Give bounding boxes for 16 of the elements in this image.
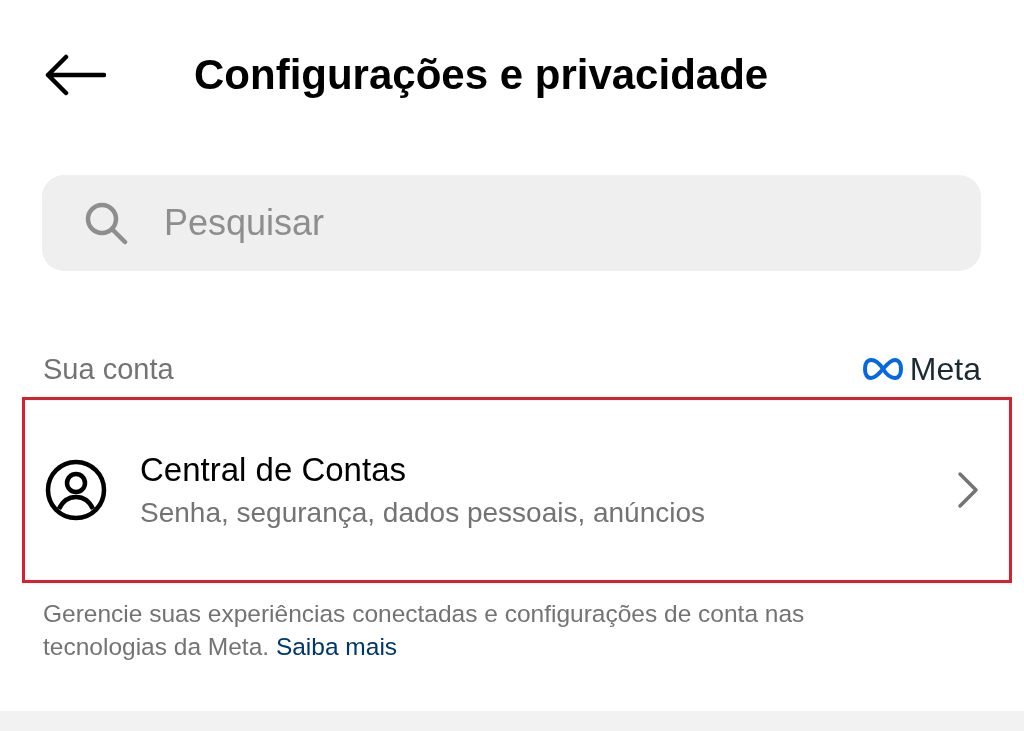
learn-more-link[interactable]: Saiba mais: [275, 633, 398, 660]
infinity-logo-icon: [861, 357, 904, 381]
item-title: Central de Contas: [140, 451, 407, 489]
settings-item[interactable]: Central de Contas Senha, segurança, dados pessoais, anúncios: [22, 397, 1012, 583]
search-bar[interactable]: Pesquisar: [42, 175, 981, 271]
back-button[interactable]: [44, 54, 106, 96]
section-title: Sua conta: [43, 352, 174, 386]
page-title: Configurações e privacidade: [194, 51, 769, 99]
search-icon: [84, 201, 128, 245]
item-subtitle: Senha, segurança, dados pessoais, anúncios: [140, 497, 707, 529]
person-icon: [45, 459, 107, 521]
back-arrow-icon: [44, 54, 106, 96]
footer-note: Gerencie suas experiências conectadas e configurações de conta nas tecnologias da Meta. Saiba mais: [43, 599, 806, 662]
search-field[interactable]: Pesquisar: [162, 201, 981, 245]
chevron-icon: [957, 471, 979, 509]
brand-name: Meta: [909, 350, 981, 388]
